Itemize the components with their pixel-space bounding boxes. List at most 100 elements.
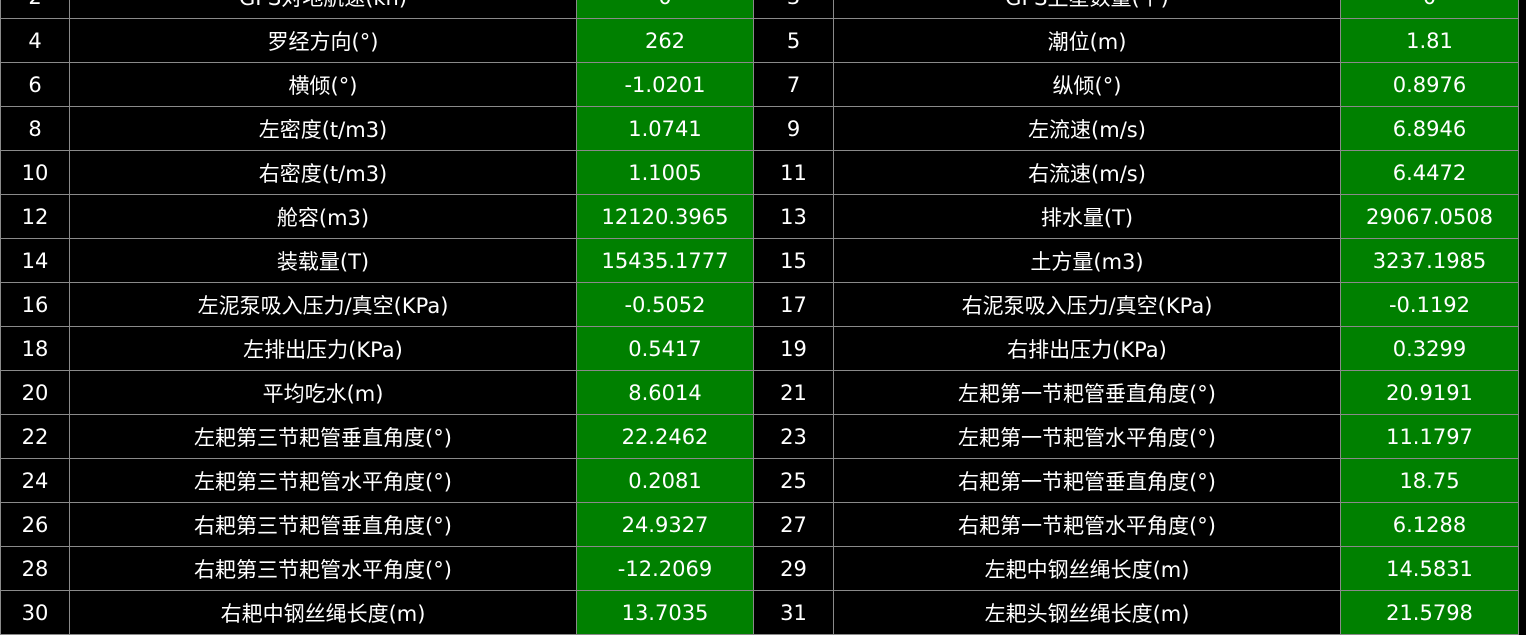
parameter-value-left: 0.2081 <box>576 458 754 503</box>
parameter-value-left: 12120.3965 <box>576 194 754 239</box>
sensor-data-grid: 2GPS对地航速(kn)03GPS卫星数量(个)04罗经方向(°)2625潮位(… <box>0 0 1526 635</box>
row-index-left: 30 <box>0 590 70 635</box>
parameter-label-right: 右耙第一节耙管水平角度(°) <box>833 502 1341 547</box>
parameter-label-left: 左密度(t/m3) <box>69 106 577 151</box>
parameter-label-right: 纵倾(°) <box>833 62 1341 107</box>
row-index-left: 10 <box>0 150 70 195</box>
row-index-right: 17 <box>753 282 834 327</box>
row-index-right: 11 <box>753 150 834 195</box>
parameter-label-left: 罗经方向(°) <box>69 18 577 63</box>
row-index-right: 19 <box>753 326 834 371</box>
parameter-value-right: 6.1288 <box>1340 502 1519 547</box>
row-index-left: 18 <box>0 326 70 371</box>
parameter-label-left: 舱容(m3) <box>69 194 577 239</box>
parameter-label-left: 右耙第三节耙管垂直角度(°) <box>69 502 577 547</box>
parameter-label-right: GPS卫星数量(个) <box>833 0 1341 19</box>
parameter-value-left: 24.9327 <box>576 502 754 547</box>
row-index-left: 6 <box>0 62 70 107</box>
sensor-table: 2GPS对地航速(kn)03GPS卫星数量(个)04罗经方向(°)2625潮位(… <box>0 0 1519 635</box>
table-row: 30 右耙中钢丝绳长度(m) 13.7035 31 左耙头钢丝绳长度(m) 21.5798 <box>0 590 1519 635</box>
row-index-right: 31 <box>753 590 834 635</box>
table-row: 26 右耙第三节耙管垂直角度(°) 24.9327 27 右耙第一节耙管水平角度(°) 6… <box>0 502 1519 547</box>
parameter-label-right: 左耙头钢丝绳长度(m) <box>833 590 1341 635</box>
row-index-left: 8 <box>0 106 70 151</box>
parameter-label-right: 右泥泵吸入压力/真空(KPa) <box>833 282 1341 327</box>
table-row: 6 横倾(°) -1.0201 7 纵倾(°) 0.8976 <box>0 62 1519 107</box>
parameter-value-left: -1.0201 <box>576 62 754 107</box>
parameter-value-left: 13.7035 <box>576 590 754 635</box>
parameter-value-right: 6.8946 <box>1340 106 1519 151</box>
parameter-value-right: 14.5831 <box>1340 546 1519 591</box>
row-index-left: 2 <box>0 0 70 19</box>
parameter-value-right: -0.1192 <box>1340 282 1519 327</box>
table-row: 16 左泥泵吸入压力/真空(KPa) -0.5052 17 右泥泵吸入压力/真空(KPa… <box>0 282 1519 327</box>
row-index-left: 12 <box>0 194 70 239</box>
parameter-label-left: 左耙第三节耙管水平角度(°) <box>69 458 577 503</box>
parameter-label-right: 右流速(m/s) <box>833 150 1341 195</box>
parameter-label-right: 左耙第一节耙管垂直角度(°) <box>833 370 1341 415</box>
parameter-label-left: 右密度(t/m3) <box>69 150 577 195</box>
parameter-label-left: 左排出压力(KPa) <box>69 326 577 371</box>
parameter-value-right: 20.9191 <box>1340 370 1519 415</box>
table-row: 14 装载量(T) 15435.1777 15 土方量(m3) 3237.1985 <box>0 238 1519 283</box>
row-index-right: 5 <box>753 18 834 63</box>
parameter-label-right: 左流速(m/s) <box>833 106 1341 151</box>
row-index-right: 27 <box>753 502 834 547</box>
parameter-value-right: 0.8976 <box>1340 62 1519 107</box>
parameter-value-left: 22.2462 <box>576 414 754 459</box>
parameter-label-left: 装载量(T) <box>69 238 577 283</box>
parameter-label-left: 右耙第三节耙管水平角度(°) <box>69 546 577 591</box>
parameter-value-right: 29067.0508 <box>1340 194 1519 239</box>
parameter-label-left: 左泥泵吸入压力/真空(KPa) <box>69 282 577 327</box>
parameter-value-right: 6.4472 <box>1340 150 1519 195</box>
parameter-label-right: 左耙中钢丝绳长度(m) <box>833 546 1341 591</box>
row-index-right: 7 <box>753 62 834 107</box>
row-index-right: 15 <box>753 238 834 283</box>
table-row: 4 罗经方向(°) 262 5 潮位(m) 1.81 <box>0 18 1519 63</box>
row-index-left: 14 <box>0 238 70 283</box>
table-row: 18 左排出压力(KPa) 0.5417 19 右排出压力(KPa) 0.3299 <box>0 326 1519 371</box>
parameter-value-left: 1.0741 <box>576 106 754 151</box>
row-index-left: 4 <box>0 18 70 63</box>
row-index-left: 22 <box>0 414 70 459</box>
parameter-label-right: 土方量(m3) <box>833 238 1341 283</box>
parameter-label-right: 右耙第一节耙管垂直角度(°) <box>833 458 1341 503</box>
parameter-value-right: 11.1797 <box>1340 414 1519 459</box>
row-index-right: 21 <box>753 370 834 415</box>
row-index-right: 29 <box>753 546 834 591</box>
parameter-label-left: 左耙第三节耙管垂直角度(°) <box>69 414 577 459</box>
parameter-label-right: 右排出压力(KPa) <box>833 326 1341 371</box>
table-row: 10 右密度(t/m3) 1.1005 11 右流速(m/s) 6.4472 <box>0 150 1519 195</box>
table-row: 8 左密度(t/m3) 1.0741 9 左流速(m/s) 6.8946 <box>0 106 1519 151</box>
parameter-value-left: 0 <box>576 0 754 19</box>
row-index-left: 16 <box>0 282 70 327</box>
parameter-value-left: 15435.1777 <box>576 238 754 283</box>
parameter-label-left: 右耙中钢丝绳长度(m) <box>69 590 577 635</box>
row-index-left: 26 <box>0 502 70 547</box>
parameter-value-right: 18.75 <box>1340 458 1519 503</box>
row-index-right: 9 <box>753 106 834 151</box>
parameter-value-left: 1.1005 <box>576 150 754 195</box>
parameter-label-right: 潮位(m) <box>833 18 1341 63</box>
parameter-value-right: 0 <box>1340 0 1519 19</box>
table-row: 24 左耙第三节耙管水平角度(°) 0.2081 25 右耙第一节耙管垂直角度(°) 18… <box>0 458 1519 503</box>
parameter-label-right: 排水量(T) <box>833 194 1341 239</box>
table-row: 2GPS对地航速(kn)03GPS卫星数量(个)0 <box>0 0 1519 19</box>
parameter-value-left: 0.5417 <box>576 326 754 371</box>
row-index-right: 23 <box>753 414 834 459</box>
row-index-left: 28 <box>0 546 70 591</box>
row-index-right: 3 <box>753 0 834 19</box>
table-row: 12 舱容(m3) 12120.3965 13 排水量(T) 29067.0508 <box>0 194 1519 239</box>
parameter-value-left: 262 <box>576 18 754 63</box>
parameter-value-right: 0.3299 <box>1340 326 1519 371</box>
table-row: 20 平均吃水(m) 8.6014 21 左耙第一节耙管垂直角度(°) 20.9191 <box>0 370 1519 415</box>
parameter-value-right: 3237.1985 <box>1340 238 1519 283</box>
parameter-label-left: GPS对地航速(kn) <box>69 0 577 19</box>
parameter-value-left: 8.6014 <box>576 370 754 415</box>
parameter-label-left: 横倾(°) <box>69 62 577 107</box>
row-index-left: 24 <box>0 458 70 503</box>
parameter-value-right: 21.5798 <box>1340 590 1519 635</box>
table-row: 28 右耙第三节耙管水平角度(°) -12.2069 29 左耙中钢丝绳长度(m) 14.… <box>0 546 1519 591</box>
row-index-left: 20 <box>0 370 70 415</box>
row-index-right: 25 <box>753 458 834 503</box>
